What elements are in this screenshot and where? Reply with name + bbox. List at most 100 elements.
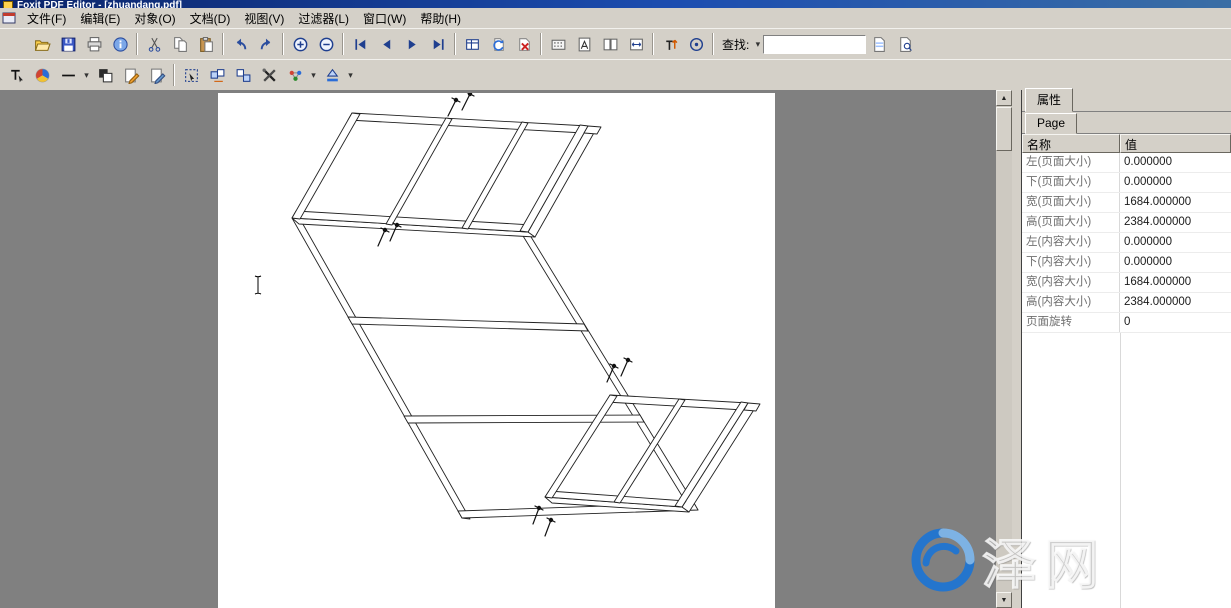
page-drawing <box>218 93 775 608</box>
table-row: 下(内容大小)0.000000 <box>1022 253 1231 273</box>
search-next-button[interactable] <box>892 32 918 57</box>
delete-page-button[interactable] <box>511 32 537 57</box>
column-divider <box>1120 333 1121 608</box>
property-name: 高(内容大小) <box>1022 293 1120 312</box>
export-text-button[interactable] <box>657 32 683 57</box>
menu-document[interactable]: 文档(D) <box>183 8 238 29</box>
canvas-area[interactable] <box>0 90 996 608</box>
send-back-button[interactable] <box>230 63 256 88</box>
document-info-button[interactable] <box>107 32 133 57</box>
menu-window[interactable]: 窗口(W) <box>356 8 413 29</box>
fill-style-button[interactable] <box>92 63 118 88</box>
property-value[interactable]: 1684.000000 <box>1120 273 1231 292</box>
gradient-button[interactable] <box>319 63 345 88</box>
zoom-in-button[interactable] <box>287 32 313 57</box>
menu-filter[interactable]: 过滤器(L) <box>291 8 356 29</box>
select-object-button[interactable] <box>178 63 204 88</box>
find-label: 查找: <box>717 36 752 53</box>
column-header-value: 值 <box>1120 134 1231 153</box>
panel-splitter[interactable] <box>1012 90 1022 608</box>
scroll-thumb[interactable] <box>996 107 1012 151</box>
color-wheel-button[interactable] <box>29 63 55 88</box>
last-page-button[interactable] <box>425 32 451 57</box>
pdf-page[interactable] <box>218 93 775 608</box>
property-name: 宽(内容大小) <box>1022 273 1120 292</box>
save-button[interactable] <box>55 32 81 57</box>
edit-object-button[interactable] <box>118 63 144 88</box>
property-value[interactable]: 2384.000000 <box>1120 213 1231 232</box>
property-name: 宽(页面大小) <box>1022 193 1120 212</box>
cut-button[interactable] <box>141 32 167 57</box>
tools-button[interactable] <box>256 63 282 88</box>
panel-tab-row: Page <box>1022 112 1231 134</box>
scroll-track[interactable] <box>996 106 1012 592</box>
table-row: 宽(内容大小)1684.000000 <box>1022 273 1231 293</box>
table-empty-area <box>1022 333 1231 608</box>
find-input[interactable] <box>763 35 866 54</box>
next-page-button[interactable] <box>399 32 425 57</box>
fit-text-button[interactable] <box>571 32 597 57</box>
locate-button[interactable] <box>683 32 709 57</box>
property-table-header: 名称 值 <box>1022 134 1231 153</box>
node-color-button[interactable] <box>282 63 308 88</box>
line-style-button[interactable] <box>55 63 81 88</box>
bring-forward-button[interactable] <box>204 63 230 88</box>
rotate-page-button[interactable] <box>485 32 511 57</box>
open-button[interactable] <box>29 32 55 57</box>
property-table: 左(页面大小)0.000000 下(页面大小)0.000000 宽(页面大小)1… <box>1022 153 1231 608</box>
toolbar-object: ▾ ▾ ▾ <box>0 59 1231 90</box>
property-value[interactable]: 0.000000 <box>1120 253 1231 272</box>
print-button[interactable] <box>81 32 107 57</box>
property-value[interactable]: 1684.000000 <box>1120 193 1231 212</box>
thumbnail-grid-button[interactable] <box>545 32 571 57</box>
undo-button[interactable] <box>227 32 253 57</box>
separator <box>282 33 284 55</box>
property-value[interactable]: 0.000000 <box>1120 233 1231 252</box>
first-page-button[interactable] <box>347 32 373 57</box>
separator <box>342 33 344 55</box>
search-document-button[interactable] <box>866 32 892 57</box>
table-row: 左(内容大小)0.000000 <box>1022 233 1231 253</box>
two-page-view-button[interactable] <box>597 32 623 57</box>
child-window-icon[interactable] <box>2 11 17 25</box>
redo-button[interactable] <box>253 32 279 57</box>
page-list-button[interactable] <box>459 32 485 57</box>
tab-page[interactable]: Page <box>1025 113 1077 134</box>
property-value[interactable]: 0.000000 <box>1120 173 1231 192</box>
fit-width-button[interactable] <box>623 32 649 57</box>
new-document-button[interactable] <box>3 32 29 57</box>
table-row: 宽(页面大小)1684.000000 <box>1022 193 1231 213</box>
find-dropdown-button[interactable]: ▾ <box>752 39 763 50</box>
scroll-down-button[interactable]: ▼ <box>996 592 1012 608</box>
zoom-out-button[interactable] <box>313 32 339 57</box>
property-value[interactable]: 0 <box>1120 313 1231 332</box>
tab-properties[interactable]: 属性 <box>1025 88 1073 112</box>
menu-object[interactable]: 对象(O) <box>127 8 182 29</box>
line-style-dropdown[interactable]: ▾ <box>81 70 92 81</box>
separator <box>222 33 224 55</box>
scroll-up-button[interactable]: ▲ <box>996 90 1012 106</box>
toolbar-standard: 查找: ▾ <box>0 28 1231 59</box>
property-name: 页面旋转 <box>1022 313 1120 332</box>
separator <box>173 64 175 86</box>
prev-page-button[interactable] <box>373 32 399 57</box>
property-name: 下(页面大小) <box>1022 173 1120 192</box>
table-row: 页面旋转0 <box>1022 313 1231 333</box>
table-row: 下(页面大小)0.000000 <box>1022 173 1231 193</box>
separator <box>540 33 542 55</box>
property-value[interactable]: 2384.000000 <box>1120 293 1231 312</box>
property-value[interactable]: 0.000000 <box>1120 153 1231 172</box>
gradient-dropdown[interactable]: ▾ <box>345 70 356 81</box>
column-header-name: 名称 <box>1022 134 1120 153</box>
paste-button[interactable] <box>193 32 219 57</box>
menu-edit[interactable]: 编辑(E) <box>73 8 127 29</box>
property-name: 高(页面大小) <box>1022 213 1120 232</box>
menu-file[interactable]: 文件(F) <box>20 8 73 29</box>
property-name: 左(页面大小) <box>1022 153 1120 172</box>
copy-button[interactable] <box>167 32 193 57</box>
menu-view[interactable]: 视图(V) <box>237 8 291 29</box>
text-tool-button[interactable] <box>3 63 29 88</box>
edit-form-button[interactable] <box>144 63 170 88</box>
node-color-dropdown[interactable]: ▾ <box>308 70 319 81</box>
menu-help[interactable]: 帮助(H) <box>413 8 468 29</box>
